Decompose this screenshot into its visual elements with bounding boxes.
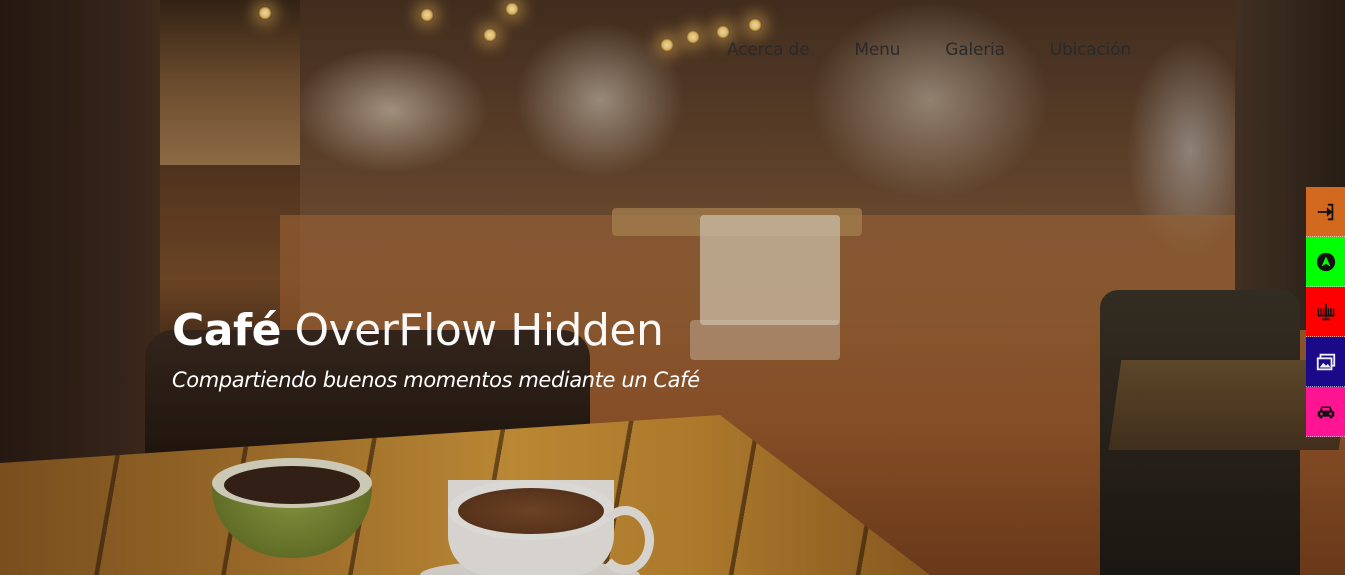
menu-button[interactable] (1306, 287, 1345, 337)
nav-link-acerca[interactable]: Acerca de (727, 40, 810, 66)
car-icon (1317, 406, 1334, 418)
hero-title-rest: OverFlow Hidden (294, 305, 664, 356)
hero-background (0, 0, 1345, 575)
directions-button[interactable] (1306, 237, 1345, 287)
navigation-arrow-icon (1316, 252, 1335, 271)
hero-overlay (0, 0, 1345, 575)
side-button-bar (1306, 187, 1345, 437)
images-icon (1316, 353, 1335, 370)
nav-link-menu[interactable]: Menu (854, 40, 900, 66)
hero-title-bold: Café (172, 305, 281, 356)
nav-link-galeria[interactable]: Galeria (945, 40, 1005, 66)
main-nav: Acerca de Menu Galeria Ubicación (727, 40, 1131, 66)
gallery-button[interactable] (1306, 337, 1345, 387)
sign-in-icon (1317, 203, 1333, 220)
hero-subtitle: Compartiendo buenos momentos mediante un… (172, 368, 700, 392)
login-button[interactable] (1306, 187, 1345, 237)
nav-link-ubicacion[interactable]: Ubicación (1050, 40, 1131, 66)
menorah-icon (1317, 303, 1334, 320)
hero-title: Café OverFlow Hidden (172, 305, 664, 356)
location-button[interactable] (1306, 387, 1345, 437)
